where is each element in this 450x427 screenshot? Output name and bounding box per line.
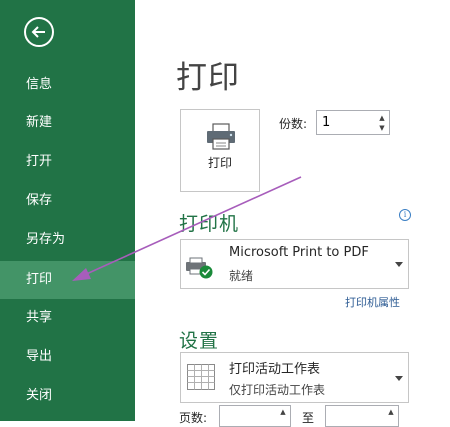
nav-item-share[interactable]: 共享	[0, 300, 135, 336]
printer-section-title: 打印机	[179, 213, 240, 235]
print-button-label: 打印	[207, 156, 232, 170]
nav-item-save[interactable]: 保存	[0, 183, 135, 219]
nav-item-print[interactable]: 打印	[0, 261, 135, 299]
nav-item-save-as[interactable]: 另存为	[0, 222, 135, 258]
printer-name: Microsoft Print to PDF	[229, 245, 369, 260]
page-title: 打印	[176, 60, 240, 96]
back-button[interactable]	[24, 17, 54, 47]
increment-icon[interactable]: ▲	[377, 113, 387, 123]
printer-status: 就绪	[229, 269, 254, 283]
scope-main: 打印活动工作表	[229, 362, 321, 377]
sheet-grid-icon	[187, 364, 215, 390]
chevron-down-icon	[395, 262, 403, 267]
print-button[interactable]: 打印	[180, 109, 260, 192]
decrement-icon[interactable]: ▼	[377, 123, 387, 133]
print-scope-dropdown[interactable]: 打印活动工作表 仅打印活动工作表	[180, 352, 409, 403]
nav-item-export[interactable]: 导出	[0, 339, 135, 375]
increment-icon[interactable]: ▲	[278, 407, 288, 417]
chevron-down-icon	[395, 375, 403, 381]
nav-item-close[interactable]: 关闭	[0, 378, 135, 414]
backstage-sidebar: 信息 新建 打开 保存 另存为 打印 共享 导出 关闭	[0, 0, 135, 421]
printer-ready-icon	[186, 257, 213, 279]
pages-to-label: 至	[302, 411, 315, 425]
nav-item-info[interactable]: 信息	[0, 67, 135, 103]
nav-item-open[interactable]: 打开	[0, 144, 135, 180]
nav-item-new[interactable]: 新建	[0, 105, 135, 141]
pages-label: 页数:	[179, 411, 208, 425]
copies-stepper[interactable]: 1 ▲ ▼	[316, 110, 390, 135]
pages-from-input[interactable]: ▲	[219, 405, 291, 427]
copies-label: 份数:	[279, 117, 308, 131]
pages-to-input[interactable]: ▲	[325, 405, 399, 427]
increment-icon[interactable]: ▲	[386, 407, 396, 417]
back-arrow-icon	[31, 26, 45, 38]
printer-dropdown[interactable]: Microsoft Print to PDF 就绪	[180, 239, 409, 289]
info-icon[interactable]: i	[399, 209, 411, 221]
printer-properties-link[interactable]: 打印机属性	[345, 294, 400, 310]
copies-value: 1	[322, 115, 331, 130]
settings-section-title: 设置	[179, 330, 220, 352]
printer-icon	[207, 123, 235, 150]
scope-sub: 仅打印活动工作表	[229, 383, 326, 397]
